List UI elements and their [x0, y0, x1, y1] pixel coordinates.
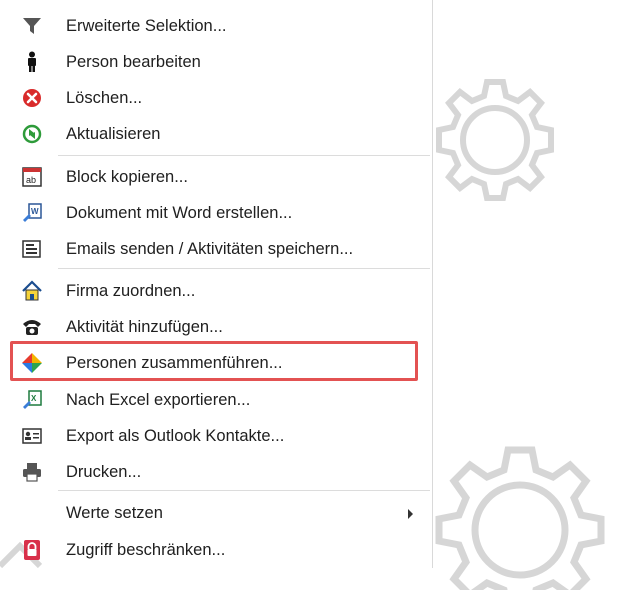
menu-item-label: Export als Outlook Kontakte...: [66, 427, 285, 445]
printer-icon: [20, 460, 44, 484]
svg-text:W: W: [31, 207, 39, 216]
person-icon: [20, 50, 44, 74]
menu-item-label: Aktivität hinzufügen...: [66, 318, 223, 336]
menu-item-person-bearbeiten[interactable]: Person bearbeiten: [0, 44, 432, 80]
refresh-icon: [20, 122, 44, 146]
house-icon: [20, 279, 44, 303]
menu-item-block-kopieren[interactable]: ab Block kopieren...: [0, 159, 432, 195]
gear-watermark-bottom-icon: [435, 446, 605, 590]
menu-item-label: Erweiterte Selektion...: [66, 17, 227, 35]
menu-item-label: Person bearbeiten: [66, 53, 201, 71]
menu-item-emails-senden[interactable]: Emails senden / Aktivitäten speichern...: [0, 231, 432, 267]
menu-separator: [58, 490, 430, 491]
menu-item-word-dokument[interactable]: W Dokument mit Word erstellen...: [0, 195, 432, 231]
menu-item-label: Werte setzen: [66, 504, 163, 522]
menu-item-outlook-kontakte[interactable]: Export als Outlook Kontakte...: [0, 418, 432, 454]
delete-icon: [20, 86, 44, 110]
telephone-icon: [20, 315, 44, 339]
menu-item-label: Aktualisieren: [66, 125, 161, 143]
menu-item-label: Firma zuordnen...: [66, 282, 196, 300]
menu-item-label: Nach Excel exportieren...: [66, 391, 251, 409]
menu-item-label: Zugriff beschränken...: [66, 541, 226, 559]
menu-separator: [58, 268, 430, 269]
menu-item-label: Löschen...: [66, 89, 143, 107]
menu-item-loeschen[interactable]: Löschen...: [0, 80, 432, 116]
email-activity-icon: [20, 237, 44, 261]
menu-item-excel-export[interactable]: X Nach Excel exportieren...: [0, 382, 432, 418]
context-menu: Erweiterte Selektion... Person bearbeite…: [0, 0, 433, 568]
menu-item-label: Emails senden / Aktivitäten speichern...: [66, 240, 354, 258]
gear-watermark-top-icon: [436, 79, 554, 201]
menu-item-werte-setzen[interactable]: Werte setzen: [0, 495, 432, 531]
menu-item-label: Drucken...: [66, 463, 142, 481]
svg-text:ab: ab: [26, 175, 36, 185]
word-document-icon: W: [20, 201, 44, 225]
menu-item-firma-zuordnen[interactable]: Firma zuordnen...: [0, 273, 432, 309]
svg-text:X: X: [31, 394, 37, 403]
menu-item-label: Dokument mit Word erstellen...: [66, 204, 293, 222]
lock-icon: [20, 538, 44, 562]
contact-card-icon: [20, 424, 44, 448]
excel-export-icon: X: [20, 388, 44, 412]
menu-item-drucken[interactable]: Drucken...: [0, 454, 432, 490]
filter-icon: [20, 14, 44, 38]
copy-block-icon: ab: [20, 165, 44, 189]
menu-separator: [58, 155, 430, 156]
menu-item-aktivitaet-hinzufuegen[interactable]: Aktivität hinzufügen...: [0, 309, 432, 345]
menu-item-aktualisieren[interactable]: Aktualisieren: [0, 116, 432, 152]
menu-item-zugriff-beschraenken[interactable]: Zugriff beschränken...: [0, 532, 432, 568]
submenu-arrow-icon: [408, 509, 413, 519]
menu-item-erweiterte-selektion[interactable]: Erweiterte Selektion...: [0, 8, 432, 44]
highlight-box: [10, 341, 418, 381]
menu-item-label: Block kopieren...: [66, 168, 188, 186]
